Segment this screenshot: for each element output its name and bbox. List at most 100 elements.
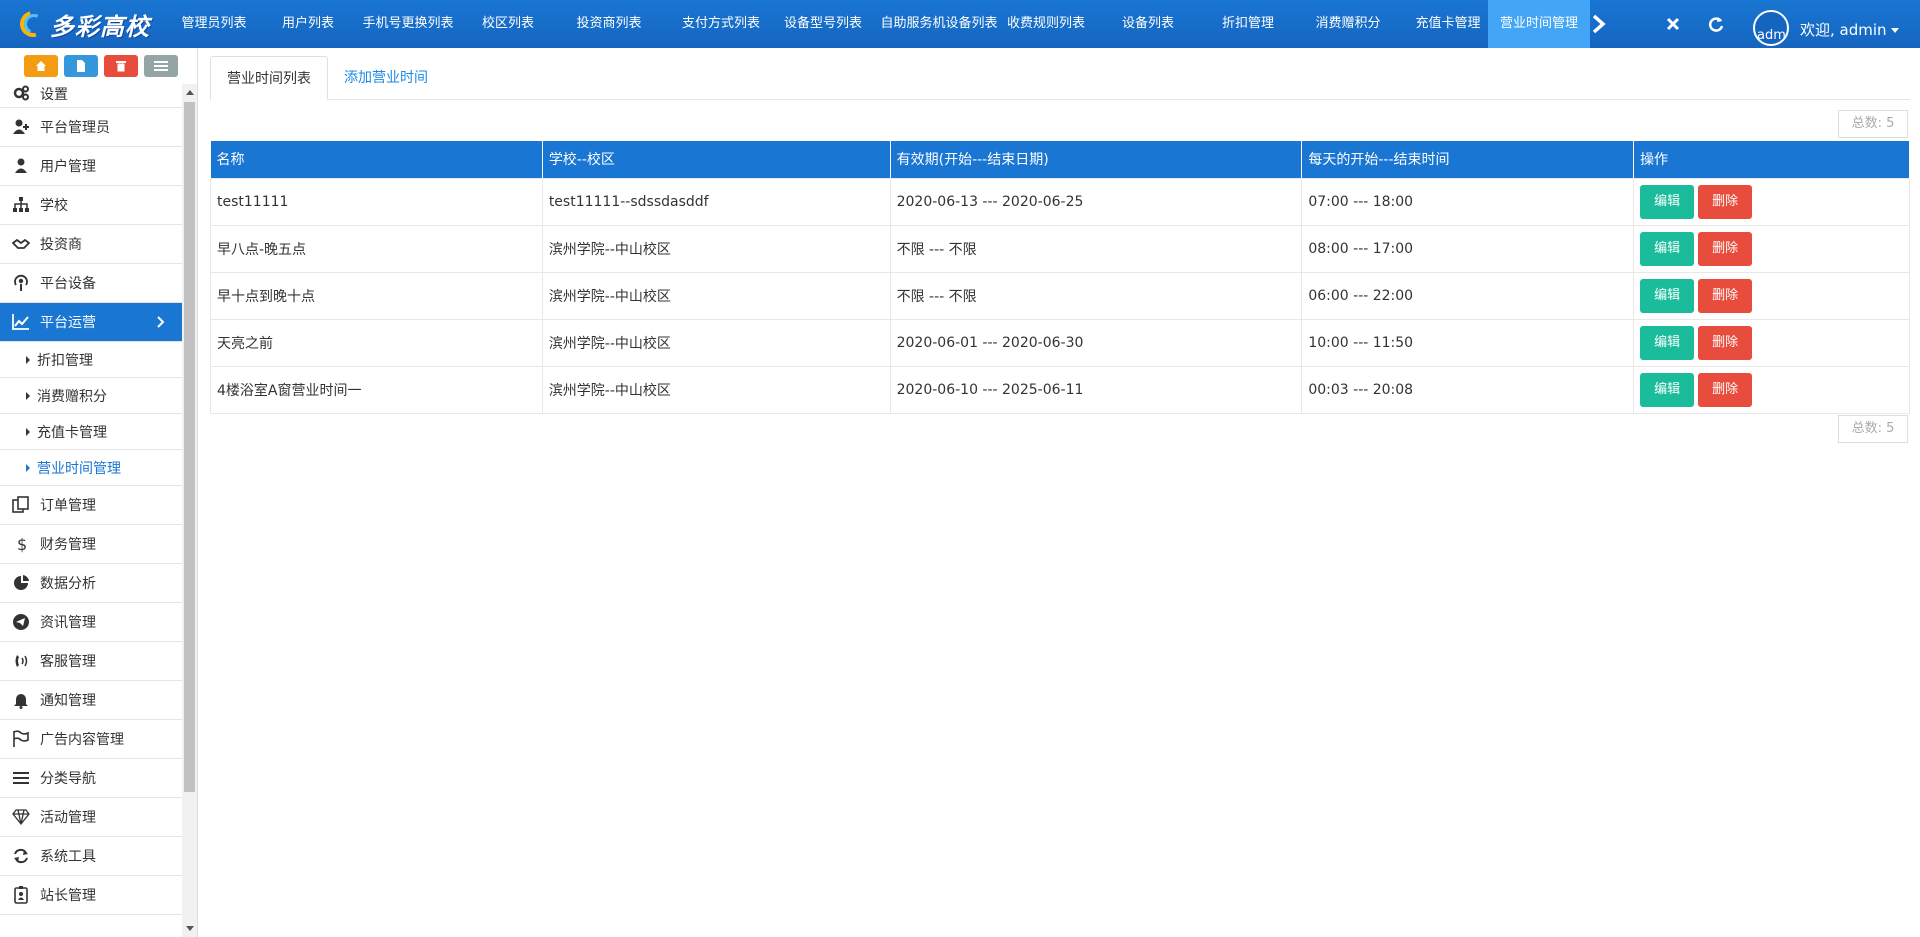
sidebar-menu: 设置 平台管理员用户管理学校投资商平台设备平台运营折扣管理消费赠积分充值卡管理 营业… xyxy=(0,84,182,937)
tab-business-hours-list[interactable]: 营业时间列表 xyxy=(210,56,328,100)
delete-button[interactable]: 删除 xyxy=(1698,278,1753,313)
column-header: 名称 xyxy=(210,141,543,178)
nav-tab-6[interactable]: 设备型号列表 xyxy=(772,0,874,48)
table-row: 4楼浴室A窗营业时间一 滨州学院--中山校区 2020-06-10 --- 2025… xyxy=(210,365,1910,414)
table-cell: 不限 --- 不限 xyxy=(889,224,1303,273)
sidebar-item-label: 投资商 xyxy=(40,237,82,253)
scroll-down-arrow-icon[interactable] xyxy=(186,926,194,931)
edit-button[interactable]: 编辑 xyxy=(1640,184,1695,219)
chevron-right-icon[interactable] xyxy=(1588,12,1610,36)
sidebar-item-9[interactable]: 数据分析 xyxy=(0,564,182,603)
nav-tab-9[interactable]: 设备列表 xyxy=(1088,0,1208,48)
list-button[interactable] xyxy=(144,55,178,77)
pie-chart-icon xyxy=(12,574,30,592)
logo[interactable]: 多彩高校 xyxy=(15,6,163,42)
sidebar-item-15[interactable]: 活动管理 xyxy=(0,798,182,837)
sidebar-item-12[interactable]: 通知管理 xyxy=(0,681,182,720)
sidebar-item-3[interactable]: 学校 xyxy=(0,186,182,225)
sidebar-item-6[interactable]: 平台运营 xyxy=(0,303,182,342)
logo-text: 多彩高校 xyxy=(50,11,150,41)
close-icon[interactable] xyxy=(1663,14,1683,34)
sidebar-item-17[interactable]: 站长管理 xyxy=(0,876,182,915)
table-row: test11111 test11111--sdssdasddf 2020-06-13… xyxy=(210,177,1910,226)
delete-button[interactable]: 删除 xyxy=(1698,372,1753,407)
nav-tab-4[interactable]: 投资商列表 xyxy=(548,0,670,48)
home-icon xyxy=(36,61,46,71)
welcome-text: 欢迎, admin xyxy=(1800,21,1887,39)
home-button[interactable] xyxy=(24,55,58,77)
table-row: 早八点-晚五点 滨州学院--中山校区 不限 --- 不限 08:00 --- 17:0… xyxy=(210,224,1910,273)
table-cell: 2020-06-10 --- 2025-06-11 xyxy=(889,365,1303,414)
nav-tab-2[interactable]: 手机号更换列表 xyxy=(348,0,468,48)
nav-tab-5[interactable]: 支付方式列表 xyxy=(670,0,772,48)
file-button[interactable] xyxy=(64,55,98,77)
delete-button[interactable]: 删除 xyxy=(1698,184,1753,219)
sidebar-item-1[interactable]: 平台管理员 xyxy=(0,108,182,147)
sidebar-item-label: 站长管理 xyxy=(40,888,96,904)
top-nav-tabs: 管理员列表 用户列表 手机号更换列表 校区列表 投资商列表 支付方式列表 设备型号列表 自助服… xyxy=(160,0,1590,48)
table-cell: 滨州学院--中山校区 xyxy=(541,318,891,367)
sidebar-item-label: 用户管理 xyxy=(40,159,96,175)
scroll-up-arrow-icon[interactable] xyxy=(186,90,194,95)
scrollbar-thumb[interactable] xyxy=(184,102,195,792)
delete-button[interactable]: 删除 xyxy=(1698,231,1753,266)
edit-button[interactable]: 编辑 xyxy=(1640,231,1695,266)
sidebar: 设置 平台管理员用户管理学校投资商平台设备平台运营折扣管理消费赠积分充值卡管理 营业… xyxy=(0,48,198,937)
user-menu[interactable]: 欢迎, admin xyxy=(1800,0,1899,48)
avatar[interactable]: admin xyxy=(1753,10,1789,46)
sidebar-subitem-2[interactable]: 充值卡管理 xyxy=(0,414,182,450)
nav-tab-8[interactable]: 收费规则列表 xyxy=(1004,0,1088,48)
nav-tab-7[interactable]: 自助服务机设备列表 xyxy=(874,0,1004,48)
sidebar-item-8[interactable]: $ 财务管理 xyxy=(0,525,182,564)
column-header: 有效期(开始---结束日期) xyxy=(890,141,1303,178)
edit-button[interactable]: 编辑 xyxy=(1640,372,1695,407)
nav-tab-0[interactable]: 管理员列表 xyxy=(160,0,268,48)
trash-button[interactable] xyxy=(104,55,138,77)
id-badge-icon xyxy=(12,886,30,904)
edit-button[interactable]: 编辑 xyxy=(1640,325,1695,360)
sidebar-item-4[interactable]: 投资商 xyxy=(0,225,182,264)
sidebar-subitem-label: 消费赠积分 xyxy=(37,388,107,405)
nav-tab-3[interactable]: 校区列表 xyxy=(468,0,548,48)
total-count-top: 总数: 5 xyxy=(1838,110,1908,138)
podcast-icon xyxy=(12,274,30,292)
caret-right-icon xyxy=(26,355,30,364)
sidebar-item-0[interactable]: 设置 xyxy=(0,84,182,108)
sidebar-item-13[interactable]: 广告内容管理 xyxy=(0,720,182,759)
sidebar-item-16[interactable]: 系统工具 xyxy=(0,837,182,876)
edit-button[interactable]: 编辑 xyxy=(1640,278,1695,313)
sidebar-item-10[interactable]: 资讯管理 xyxy=(0,603,182,642)
nav-tab-1[interactable]: 用户列表 xyxy=(268,0,348,48)
tab-add-business-hours[interactable]: 添加营业时间 xyxy=(328,56,444,100)
svg-text:$: $ xyxy=(17,535,27,553)
table-cell: 滨州学院--中山校区 xyxy=(541,271,891,320)
table-row: 早十点到晚十点 滨州学院--中山校区 不限 --- 不限 06:00 --- 22:0… xyxy=(210,271,1910,320)
delete-button[interactable]: 删除 xyxy=(1698,325,1753,360)
nav-tab-10[interactable]: 折扣管理 xyxy=(1208,0,1288,48)
nav-tab-13[interactable]: 营业时间管理 xyxy=(1488,0,1590,48)
sidebar-item-label: 分类导航 xyxy=(40,771,96,787)
trash-icon xyxy=(116,61,126,72)
refresh-icon[interactable] xyxy=(1706,14,1726,34)
table-cell: 早十点到晚十点 xyxy=(210,271,543,320)
chevron-right-icon xyxy=(157,316,165,328)
sidebar-subitem-1[interactable]: 消费赠积分 xyxy=(0,378,182,414)
column-header: 每天的开始---结束时间 xyxy=(1301,141,1635,178)
nav-tab-11[interactable]: 消费赠积分 xyxy=(1288,0,1408,48)
table-cell: 早八点-晚五点 xyxy=(210,224,543,273)
sidebar-item-7[interactable]: 订单管理 xyxy=(0,486,182,525)
sidebar-item-5[interactable]: 平台设备 xyxy=(0,264,182,303)
caret-right-icon xyxy=(26,391,30,400)
sidebar-scrollbar[interactable] xyxy=(182,84,197,937)
avatar-alt-text: admin xyxy=(1757,28,1787,43)
nav-tab-12[interactable]: 充值卡管理 xyxy=(1408,0,1488,48)
sidebar-subitem-0[interactable]: 折扣管理 xyxy=(0,342,182,378)
sidebar-item-11[interactable]: 客服管理 xyxy=(0,642,182,681)
sidebar-subitem-3[interactable]: 营业时间管理 xyxy=(0,450,182,486)
bell-icon xyxy=(12,691,30,709)
main-content: 营业时间列表 添加营业时间 总数: 5 名称 学校--校区 有效期(开始---结束日… xyxy=(210,56,1910,443)
sidebar-item-label: 平台运营 xyxy=(40,315,96,331)
table-cell: 08:00 --- 17:00 xyxy=(1301,224,1635,273)
sidebar-item-2[interactable]: 用户管理 xyxy=(0,147,182,186)
sidebar-item-14[interactable]: 分类导航 xyxy=(0,759,182,798)
